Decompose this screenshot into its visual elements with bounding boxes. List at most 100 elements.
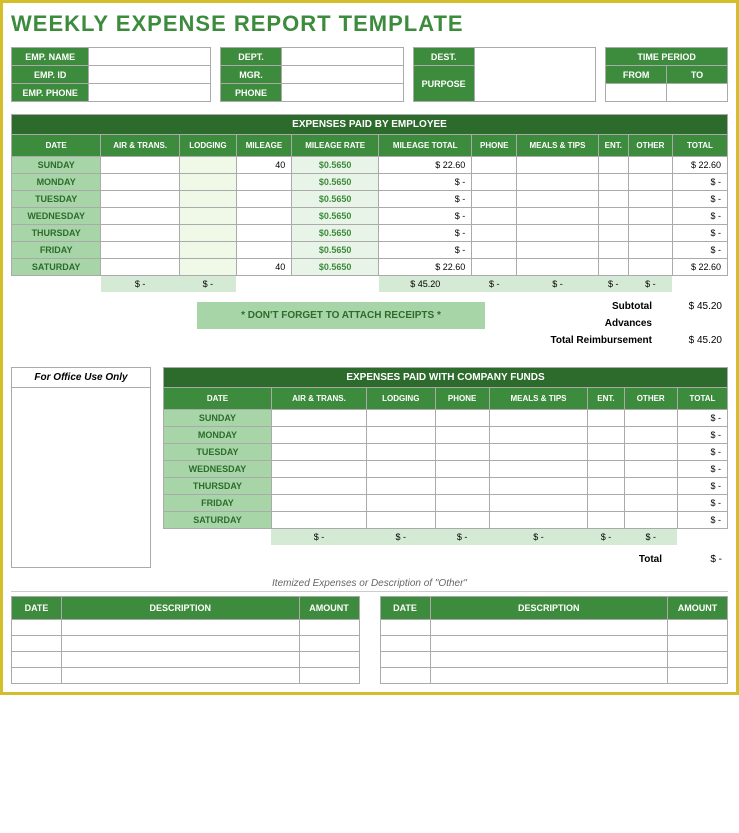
it-cell[interactable] [430,620,668,636]
cf-cell[interactable] [588,495,624,512]
cell-air[interactable] [101,208,180,225]
cell-other[interactable] [628,225,672,242]
cell-air[interactable] [101,225,180,242]
it-cell[interactable] [668,652,728,668]
cf-cell[interactable] [271,444,366,461]
input-emp-name[interactable] [89,48,211,66]
cell-meals[interactable] [517,174,599,191]
cf-cell[interactable] [367,444,436,461]
cell-phone[interactable] [472,191,517,208]
it-cell[interactable] [430,652,668,668]
cf-cell[interactable] [271,495,366,512]
cf-cell[interactable] [435,410,489,427]
cell-meals[interactable] [517,208,599,225]
cf-cell[interactable] [489,410,588,427]
it-cell[interactable] [430,668,668,684]
cell-meals[interactable] [517,225,599,242]
cell-mileage[interactable] [236,242,292,259]
input-emp-id[interactable] [89,66,211,84]
cf-cell[interactable] [624,478,677,495]
cell-ent[interactable] [598,259,628,276]
it-cell[interactable] [668,620,728,636]
cf-cell[interactable] [435,495,489,512]
cell-ent[interactable] [598,174,628,191]
cell-other[interactable] [628,174,672,191]
it-cell[interactable] [62,620,300,636]
cf-cell[interactable] [271,410,366,427]
cf-cell[interactable] [489,512,588,529]
it-cell[interactable] [62,668,300,684]
it-cell[interactable] [380,652,430,668]
cf-cell[interactable] [624,495,677,512]
cell-phone[interactable] [472,208,517,225]
cf-cell[interactable] [367,495,436,512]
cell-phone[interactable] [472,242,517,259]
cell-mileage[interactable] [236,174,292,191]
cf-cell[interactable] [588,478,624,495]
cell-phone[interactable] [472,259,517,276]
cf-cell[interactable] [588,427,624,444]
cell-lodging[interactable] [180,174,237,191]
cell-ent[interactable] [598,242,628,259]
office-use-area[interactable] [12,388,150,558]
cf-cell[interactable] [435,478,489,495]
cf-cell[interactable] [624,461,677,478]
cell-lodging[interactable] [180,259,237,276]
it-cell[interactable] [299,652,359,668]
cell-other[interactable] [628,259,672,276]
it-cell[interactable] [12,668,62,684]
cell-mileage[interactable] [236,191,292,208]
cell-mileage[interactable]: 40 [236,259,292,276]
cf-cell[interactable] [588,410,624,427]
cell-air[interactable] [101,259,180,276]
cell-other[interactable] [628,191,672,208]
input-mgr[interactable] [281,66,403,84]
it-cell[interactable] [299,668,359,684]
cf-cell[interactable] [271,427,366,444]
cell-phone[interactable] [472,225,517,242]
cell-air[interactable] [101,191,180,208]
cell-lodging[interactable] [180,191,237,208]
cell-meals[interactable] [517,242,599,259]
cf-cell[interactable] [624,444,677,461]
cell-meals[interactable] [517,259,599,276]
cf-cell[interactable] [271,512,366,529]
cell-ent[interactable] [598,157,628,174]
cell-air[interactable] [101,174,180,191]
cf-cell[interactable] [271,478,366,495]
it-cell[interactable] [62,636,300,652]
cf-cell[interactable] [588,444,624,461]
cell-ent[interactable] [598,225,628,242]
cell-lodging[interactable] [180,157,237,174]
it-cell[interactable] [380,636,430,652]
it-cell[interactable] [668,636,728,652]
it-cell[interactable] [380,620,430,636]
it-cell[interactable] [668,668,728,684]
cell-mileage[interactable] [236,225,292,242]
input-dest-purpose[interactable] [474,48,596,102]
cf-cell[interactable] [624,512,677,529]
cf-cell[interactable] [435,444,489,461]
cell-lodging[interactable] [180,242,237,259]
cf-cell[interactable] [588,461,624,478]
cell-lodging[interactable] [180,225,237,242]
cf-cell[interactable] [489,495,588,512]
cf-cell[interactable] [624,427,677,444]
it-cell[interactable] [62,652,300,668]
cf-cell[interactable] [624,410,677,427]
cell-ent[interactable] [598,208,628,225]
cf-cell[interactable] [489,444,588,461]
cell-phone[interactable] [472,174,517,191]
cf-cell[interactable] [367,427,436,444]
cell-ent[interactable] [598,191,628,208]
cell-other[interactable] [628,157,672,174]
input-phone[interactable] [281,84,403,102]
it-cell[interactable] [299,636,359,652]
cf-cell[interactable] [367,461,436,478]
cf-cell[interactable] [367,478,436,495]
it-cell[interactable] [12,620,62,636]
input-from[interactable] [606,84,667,102]
cell-other[interactable] [628,208,672,225]
cf-cell[interactable] [435,461,489,478]
it-cell[interactable] [12,652,62,668]
